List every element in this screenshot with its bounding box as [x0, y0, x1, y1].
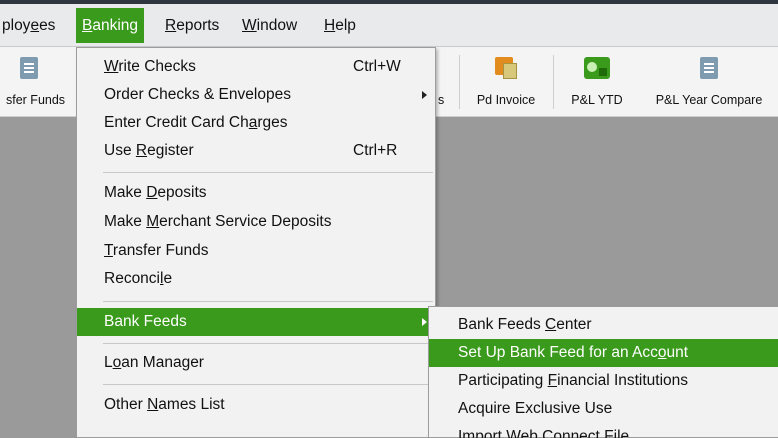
menu-item-label: Make [104, 184, 147, 201]
toolbar-separator [553, 55, 554, 109]
menu-item-label: e [163, 270, 173, 287]
menu-separator [103, 384, 433, 385]
menu-item-label: rges [257, 114, 288, 131]
menu-item-label: Bank Feeds [104, 313, 187, 330]
menu-mnemonic: e [30, 17, 40, 34]
toolbar-label: Pd Invoice [476, 93, 536, 107]
submenu-item-participating-institutions[interactable]: Participating Financial Institutions [429, 367, 778, 395]
document-icon [700, 57, 718, 79]
menu-item-enter-credit-card-charges[interactable]: Enter Credit Card Charges [77, 109, 435, 137]
submenu-item-bank-feeds-center[interactable]: Bank Feeds Center [429, 311, 778, 339]
menu-item-reconcile[interactable]: Reconcile [77, 265, 435, 293]
menu-item-label: Use [104, 142, 136, 159]
menu-mnemonic: W [242, 17, 257, 34]
menu-item-label: Bank Feeds [458, 316, 546, 333]
menu-mnemonic: R [135, 142, 148, 159]
menu-item-label: ransfer Funds [112, 242, 209, 259]
toolbar-pl-year-compare-button[interactable]: P&L Year Compare [640, 47, 778, 117]
menu-reports[interactable]: Reports [159, 8, 225, 43]
toolbar-transfer-funds-button[interactable]: sfer Funds [0, 47, 76, 117]
menu-mnemonic: o [657, 344, 667, 361]
menu-label-part: es [39, 17, 56, 34]
menu-item-label: unt [666, 344, 689, 361]
submenu-arrow-icon [422, 318, 427, 326]
menu-mnemonic: F [547, 372, 558, 389]
menu-item-label: enter [556, 316, 592, 333]
menu-item-label: an Manager [121, 354, 204, 371]
menu-item-label: L [104, 354, 113, 371]
menu-item-label: eposits [157, 184, 207, 201]
menu-item-transfer-funds[interactable]: Transfer Funds [77, 237, 435, 265]
submenu-arrow-icon [422, 91, 427, 99]
menu-item-make-merchant-service-deposits[interactable]: Make Merchant Service Deposits [77, 208, 435, 236]
menu-item-label: Order Checks & Envelopes [104, 86, 291, 103]
toolbar-separator [459, 55, 460, 109]
document-icon [20, 57, 38, 79]
menu-item-bank-feeds[interactable]: Bank Feeds [77, 308, 435, 336]
menu-item-label: Make [104, 213, 147, 230]
menu-item-label: rite Checks [118, 58, 196, 75]
menu-item-use-register[interactable]: Use Register Ctrl+R [77, 137, 435, 165]
invoice-icon [495, 57, 519, 79]
menu-mnemonic: H [324, 17, 336, 34]
toolbar-label: P&L YTD [571, 93, 623, 107]
bank-feeds-submenu: Bank Feeds Center Set Up Bank Feed for a… [428, 306, 778, 438]
menu-mnemonic: o [112, 354, 122, 371]
menu-label-part: eports [176, 17, 220, 34]
menu-item-make-deposits[interactable]: Make Deposits [77, 179, 435, 207]
toolbar-pd-invoice-button[interactable]: Pd Invoice [462, 47, 550, 117]
menu-label-part: anking [92, 17, 139, 34]
menu-separator [103, 301, 433, 302]
menu-item-label: Reconci [104, 270, 160, 287]
menu-item-label: egister [147, 142, 194, 159]
menu-employees[interactable]: ployees [0, 8, 61, 43]
banking-dropdown-menu: Write Checks Ctrl+W Order Checks & Envelo… [76, 47, 436, 438]
menu-help[interactable]: Help [318, 8, 362, 43]
submenu-item-acquire-exclusive-use[interactable]: Acquire Exclusive Use [429, 395, 778, 423]
menu-item-loan-manager[interactable]: Loan Manager [77, 349, 435, 377]
menu-item-label: Participating [458, 372, 548, 389]
menu-separator [103, 172, 433, 173]
menu-window[interactable]: Window [236, 8, 303, 43]
menu-mnemonic: W [104, 58, 119, 75]
menu-mnemonic: M [146, 213, 160, 230]
toolbar-label: P&L Year Compare [655, 93, 763, 107]
menu-item-label: Import Web Connect File [458, 428, 630, 438]
toolbar-label: s [438, 93, 445, 107]
menu-item-label: Enter Credit Card Ch [104, 114, 249, 131]
shortcut-label: Ctrl+W [353, 58, 401, 75]
menu-item-label: ames List [158, 396, 225, 413]
shortcut-label: Ctrl+R [353, 142, 398, 159]
menu-separator [103, 343, 433, 344]
menu-item-label: Set Up Bank Feed for an Acc [458, 344, 658, 361]
menu-item-label: erchant Service Deposits [159, 213, 332, 230]
menu-label-part: ploy [2, 17, 31, 34]
menu-item-write-checks[interactable]: Write Checks Ctrl+W [77, 53, 435, 81]
toolbar-label: sfer Funds [6, 93, 66, 107]
menu-item-label: Other [104, 396, 148, 413]
toolbar-pl-ytd-button[interactable]: P&L YTD [556, 47, 638, 117]
toolbar-partial-button[interactable]: s [436, 47, 454, 117]
menu-mnemonic: B [82, 17, 93, 34]
menu-item-order-checks[interactable]: Order Checks & Envelopes [77, 81, 435, 109]
menu-mnemonic: T [104, 242, 113, 259]
money-report-icon [584, 57, 610, 79]
menu-mnemonic: N [147, 396, 159, 413]
menu-mnemonic: R [165, 17, 177, 34]
menu-item-label: Acquire Exclusive Use [458, 400, 613, 417]
menu-item-label: inancial Institutions [557, 372, 689, 389]
menu-mnemonic: C [545, 316, 557, 333]
menu-label-part: elp [335, 17, 356, 34]
submenu-item-set-up-bank-feed[interactable]: Set Up Bank Feed for an Account [429, 339, 778, 367]
menu-bar: ployees Banking Reports Window Help [0, 4, 778, 47]
menu-label-part: indow [256, 17, 298, 34]
menu-banking[interactable]: Banking [76, 8, 145, 43]
menu-item-other-names-list[interactable]: Other Names List [77, 391, 435, 419]
menu-mnemonic: D [146, 184, 158, 201]
submenu-item-import-web-connect-file[interactable]: Import Web Connect File [429, 423, 778, 438]
